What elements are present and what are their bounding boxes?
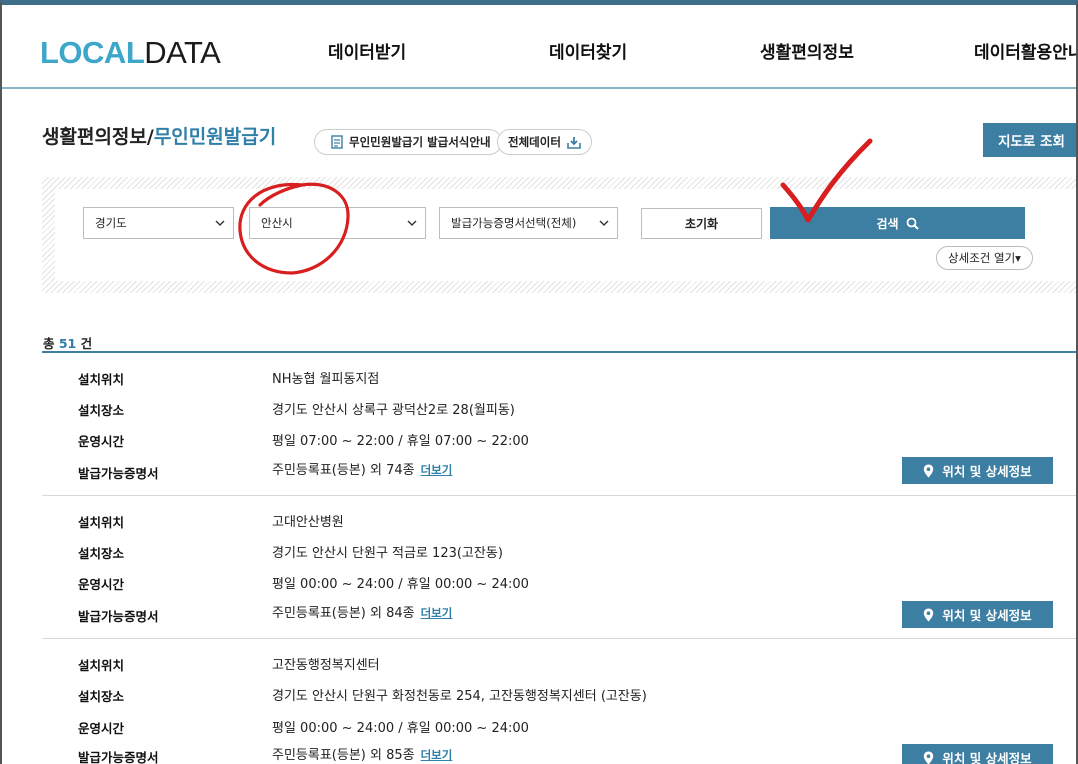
browser-frame: LOCALDATA 데이터받기 데이터찾기 생활편의정보 데이터활용안내 생활편… [0,0,1078,764]
label-place: 설치장소 [78,546,125,561]
more-link[interactable]: 더보기 [421,748,453,762]
value-certs: 주민등록표(등본) 외 74종 더보기 [272,459,452,478]
label-location: 설치위치 [78,658,125,673]
chevron-down-icon [599,220,609,226]
label-location: 설치위치 [78,515,125,530]
map-pin-icon [924,751,934,764]
count-number: 51 [58,336,77,351]
label-certs: 발급가능증명서 [78,750,159,764]
count-suffix: 건 [76,336,93,351]
count-prefix: 총 [43,336,59,351]
label-place: 설치장소 [78,689,125,704]
province-value: 경기도 [95,216,127,230]
site-logo[interactable]: LOCALDATA [40,35,221,71]
location-detail-label: 위치 및 상세정보 [942,751,1032,764]
download-icon [567,136,581,149]
value-hours: 평일 00:00 ~ 24:00 / 휴일 00:00 ~ 24:00 [272,577,529,592]
page-title: 생활편의정보/무인민원발급기 [42,122,276,149]
value-hours: 평일 07:00 ~ 22:00 / 휴일 07:00 ~ 22:00 [272,434,529,449]
value-location: 고잔동행정복지센터 [272,658,380,673]
label-certs: 발급가능증명서 [78,466,159,481]
page-title-main: 생활편의정보/ [42,126,154,148]
label-location: 설치위치 [78,372,125,387]
result-count: 총 51 건 [43,333,92,352]
label-hours: 운영시간 [78,577,125,592]
more-link[interactable]: 더보기 [421,463,453,477]
province-select[interactable]: 경기도 [83,207,234,239]
location-detail-button[interactable]: 위치 및 상세정보 [902,457,1053,484]
logo-data: DATA [144,35,221,70]
search-button[interactable]: 검색 [770,207,1025,239]
label-hours: 운영시간 [78,721,125,736]
certificate-select[interactable]: 발급가능증명서선택(전체) [439,207,618,239]
location-detail-button[interactable]: 위치 및 상세정보 [902,601,1053,628]
map-pin-icon [924,608,934,621]
map-pin-icon [924,464,934,477]
value-location: 고대안산병원 [272,515,344,530]
site-header: LOCALDATA 데이터받기 데이터찾기 생활편의정보 데이터활용안내 [2,5,1076,89]
location-detail-button[interactable]: 위치 및 상세정보 [902,744,1053,764]
detail-conditions-toggle[interactable]: 상세조건 열기▾ [936,246,1033,270]
value-certs: 주민등록표(등본) 외 84종 더보기 [272,602,452,621]
value-location: NH농협 월피동지점 [272,372,380,387]
form-guide-label: 무인민원발급기 발급서식안내 [349,135,491,149]
city-select[interactable]: 안산시 [249,207,426,239]
chevron-down-icon [215,220,225,226]
value-place: 경기도 안산시 단원구 화정천동로 254, 고잔동행정복지센터 (고잔동) [272,689,647,704]
nav-living-info[interactable]: 생활편의정보 [760,38,854,63]
all-data-download-button[interactable]: 전체데이터 [497,129,592,155]
more-link[interactable]: 더보기 [421,606,453,620]
reset-button[interactable]: 초기화 [641,208,762,239]
page-title-accent: 무인민원발급기 [153,126,277,148]
logo-local: LOCAL [40,35,145,70]
value-hours: 평일 00:00 ~ 24:00 / 휴일 00:00 ~ 24:00 [272,721,529,736]
location-detail-label: 위치 및 상세정보 [942,608,1032,623]
nav-data-guide[interactable]: 데이터활용안내 [974,38,1076,63]
value-place: 경기도 안산시 상록구 광덕산2로 28(월피동) [272,403,515,418]
certs-text: 주민등록표(등본) 외 85종 [272,748,415,763]
result-item: 설치위치 고잔동행정복지센터 설치장소 경기도 안산시 단원구 화정천동로 25… [42,639,1076,764]
nav-data-download[interactable]: 데이터받기 [328,38,406,63]
search-icon [906,217,919,230]
label-place: 설치장소 [78,403,125,418]
value-place: 경기도 안산시 단원구 적금로 123(고잔동) [272,546,503,561]
location-detail-label: 위치 및 상세정보 [942,464,1032,479]
chevron-down-icon [407,220,417,226]
form-guide-button[interactable]: 무인민원발급기 발급서식안내 [314,129,502,155]
certs-text: 주민등록표(등본) 외 74종 [272,463,415,478]
result-item: 설치위치 고대안산병원 설치장소 경기도 안산시 단원구 적금로 123(고잔동… [42,496,1076,639]
city-value: 안산시 [261,216,293,230]
result-item: 설치위치 NH농협 월피동지점 설치장소 경기도 안산시 상록구 광덕산2로 2… [42,353,1076,496]
nav-data-search[interactable]: 데이터찾기 [549,38,627,63]
value-certs: 주민등록표(등본) 외 85종 더보기 [272,744,452,763]
certs-text: 주민등록표(등본) 외 84종 [272,606,415,621]
all-data-label: 전체데이터 [508,135,561,149]
document-icon [331,135,343,149]
certificate-value: 발급가능증명서선택(전체) [451,216,577,230]
search-button-label: 검색 [876,216,899,231]
label-hours: 운영시간 [78,434,125,449]
map-search-button[interactable]: 지도로 조회 [983,123,1076,157]
label-certs: 발급가능증명서 [78,609,159,624]
